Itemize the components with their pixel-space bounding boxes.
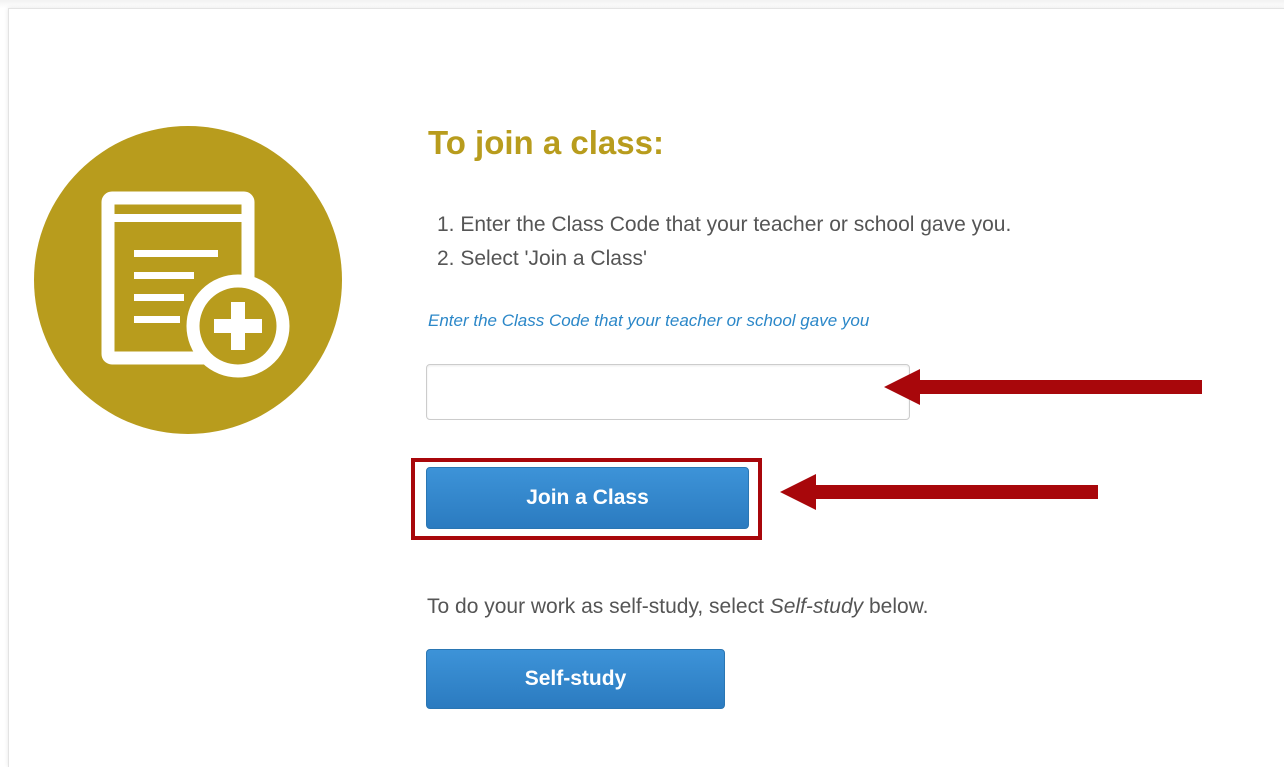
self-study-instruction: To do your work as self-study, select Se… — [427, 592, 929, 622]
top-edge-shadow — [0, 0, 1284, 8]
join-step-2: 2. Select 'Join a Class' — [437, 247, 647, 270]
book-add-icon-graphic — [101, 191, 290, 378]
class-code-label: Enter the Class Code that your teacher o… — [428, 311, 870, 330]
self-study-button[interactable]: Self-study — [426, 649, 725, 709]
book-add-icon — [34, 126, 342, 434]
class-code-input[interactable] — [426, 364, 910, 420]
self-study-text-emphasis: Self-study — [769, 595, 864, 618]
self-study-text-before: To do your work as self-study, select — [427, 595, 770, 618]
join-step-1: 1. Enter the Class Code that your teache… — [437, 213, 1012, 236]
left-arrow-icon — [780, 474, 1098, 510]
join-class-heading: To join a class: — [428, 124, 664, 161]
left-arrow-icon — [884, 369, 1202, 405]
join-steps-list: 1. Enter the Class Code that your teache… — [437, 208, 1011, 276]
join-class-button[interactable]: Join a Class — [426, 467, 749, 529]
self-study-text-after: below. — [863, 595, 929, 618]
